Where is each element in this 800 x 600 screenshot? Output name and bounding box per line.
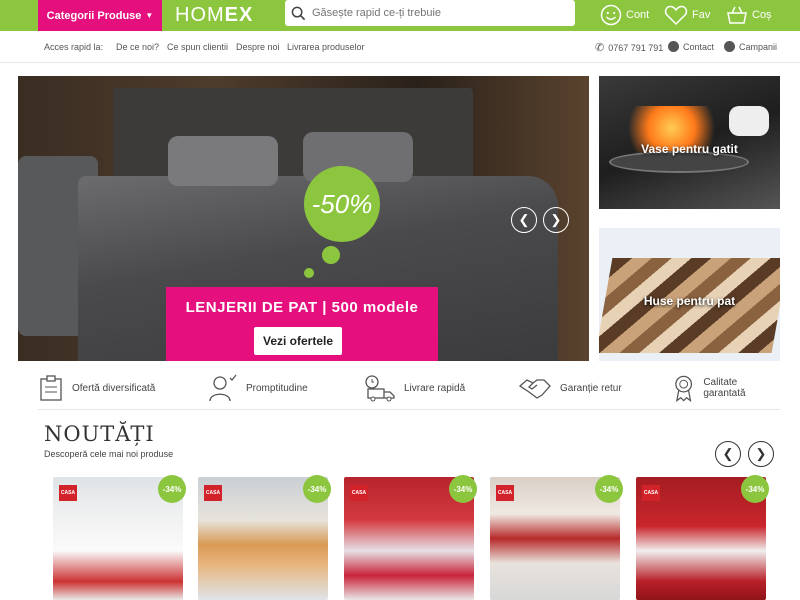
discount-badge: -34% bbox=[449, 475, 477, 503]
hero-pillow-image bbox=[168, 136, 278, 186]
question-icon: ? bbox=[668, 41, 679, 52]
hero-prev-button[interactable]: ❮ bbox=[511, 207, 537, 233]
campaigns-label: Campanii bbox=[739, 41, 778, 52]
search-icon[interactable] bbox=[291, 6, 306, 21]
logo-text-part1: HOM bbox=[175, 3, 225, 26]
discount-bubble: -50% bbox=[304, 166, 380, 242]
quick-access-label: Acces rapid la: bbox=[44, 42, 104, 52]
campaigns-link[interactable]: ★ Campanii bbox=[724, 41, 777, 52]
brand-logo: CASA bbox=[59, 485, 77, 501]
brand-logo: CASA bbox=[642, 485, 660, 501]
search-input[interactable] bbox=[312, 7, 562, 19]
benefit-promptness: Promptitudine bbox=[208, 374, 308, 402]
benefit-return-guarantee: Garanție retur bbox=[518, 374, 622, 402]
phone-icon: ✆ bbox=[595, 42, 605, 54]
cart-label: Coș bbox=[752, 9, 772, 21]
chevron-left-icon: ❮ bbox=[722, 446, 734, 461]
smiley-icon bbox=[600, 4, 622, 26]
promo-bed-covers[interactable]: Huse pentru pat bbox=[599, 228, 780, 361]
star-icon: ★ bbox=[724, 41, 735, 52]
benefit-offer: Ofertă diversificată bbox=[38, 374, 155, 402]
handshake-icon bbox=[518, 379, 551, 399]
phone-link[interactable]: ✆ 0767 791 791 bbox=[595, 41, 663, 54]
brand-logo: CASA bbox=[350, 485, 368, 501]
bubble-dot bbox=[322, 246, 340, 264]
chevron-down-icon: ▼ bbox=[145, 11, 154, 20]
discount-badge: -34% bbox=[303, 475, 331, 503]
categories-label: Categorii Produse bbox=[46, 9, 142, 22]
hero-title: LENJERII DE PAT | 500 modele bbox=[185, 299, 419, 316]
bubble-dot bbox=[304, 268, 314, 278]
products-next-button[interactable]: ❯ bbox=[748, 441, 774, 467]
heart-icon bbox=[664, 5, 688, 26]
chevron-right-icon: ❯ bbox=[755, 446, 767, 461]
contact-link[interactable]: ? Contact bbox=[668, 41, 714, 52]
section-title: NOUTĂȚI bbox=[44, 422, 155, 446]
logo-text-part2: EX bbox=[224, 3, 254, 26]
benefit-label: Promptitudine bbox=[246, 382, 308, 394]
contact-label: Contact bbox=[683, 41, 715, 52]
brand-logo: CASA bbox=[204, 485, 222, 501]
truck-clock-icon bbox=[365, 375, 395, 402]
quick-link-about[interactable]: Despre noi bbox=[236, 42, 280, 52]
hero-caption-panel: LENJERII DE PAT | 500 modele Vezi oferte… bbox=[166, 287, 438, 361]
discount-badge: -34% bbox=[741, 475, 769, 503]
section-subtitle: Descoperă cele mai noi produse bbox=[44, 449, 174, 459]
benefit-fast-delivery: Livrare rapidă bbox=[364, 374, 465, 402]
account-label: Cont bbox=[626, 9, 650, 21]
benefit-label: Garanție retur bbox=[560, 382, 622, 394]
account-link[interactable]: Cont bbox=[600, 2, 649, 28]
chevron-left-icon: ❮ bbox=[518, 212, 530, 227]
quick-link-why-us[interactable]: De ce noi? bbox=[116, 42, 159, 52]
search-box bbox=[285, 0, 575, 26]
logo[interactable]: HOM EX bbox=[175, 3, 253, 27]
hero-banner[interactable]: -50% LENJERII DE PAT | 500 modele Vezi o… bbox=[18, 76, 589, 361]
phone-number: 0767 791 791 bbox=[608, 42, 664, 53]
brand-logo: CASA bbox=[496, 485, 514, 501]
chevron-right-icon: ❯ bbox=[550, 212, 562, 227]
categories-button[interactable]: Categorii Produse ▼ bbox=[38, 0, 162, 31]
quick-link-testimonials[interactable]: Ce spun clientii bbox=[167, 42, 228, 52]
benefit-label: Ofertă diversificată bbox=[72, 382, 156, 394]
hero-next-button[interactable]: ❯ bbox=[543, 207, 569, 233]
person-check-icon bbox=[209, 374, 237, 402]
benefits-bar: Ofertă diversificată Promptitudine Livra… bbox=[38, 368, 780, 410]
basket-icon bbox=[727, 6, 747, 24]
promo-bed-covers-title: Huse pentru pat bbox=[643, 294, 736, 308]
cart-link[interactable]: Coș bbox=[726, 2, 772, 28]
favorites-label: Fav bbox=[692, 9, 711, 21]
clipboard-icon bbox=[40, 375, 62, 401]
promo-cookware-title: Vase pentru gatit bbox=[641, 142, 738, 156]
promo-cookware[interactable]: Vase pentru gatit bbox=[599, 76, 780, 209]
medal-icon bbox=[675, 375, 693, 402]
benefit-label: Livrare rapidă bbox=[404, 382, 466, 394]
hero-cta-button[interactable]: Vezi ofertele bbox=[254, 327, 342, 355]
discount-badge: -34% bbox=[158, 475, 186, 503]
quick-link-delivery[interactable]: Livrarea produselor bbox=[287, 42, 365, 52]
quick-access-bar: Acces rapid la: De ce noi? Ce spun clien… bbox=[0, 31, 800, 63]
benefit-label: Calitate garantată bbox=[703, 377, 746, 399]
benefit-quality: Calitate garantată bbox=[672, 374, 780, 402]
products-prev-button[interactable]: ❮ bbox=[715, 441, 741, 467]
chef-hand-image bbox=[729, 106, 769, 136]
discount-badge: -34% bbox=[595, 475, 623, 503]
favorites-link[interactable]: Fav bbox=[664, 2, 710, 28]
